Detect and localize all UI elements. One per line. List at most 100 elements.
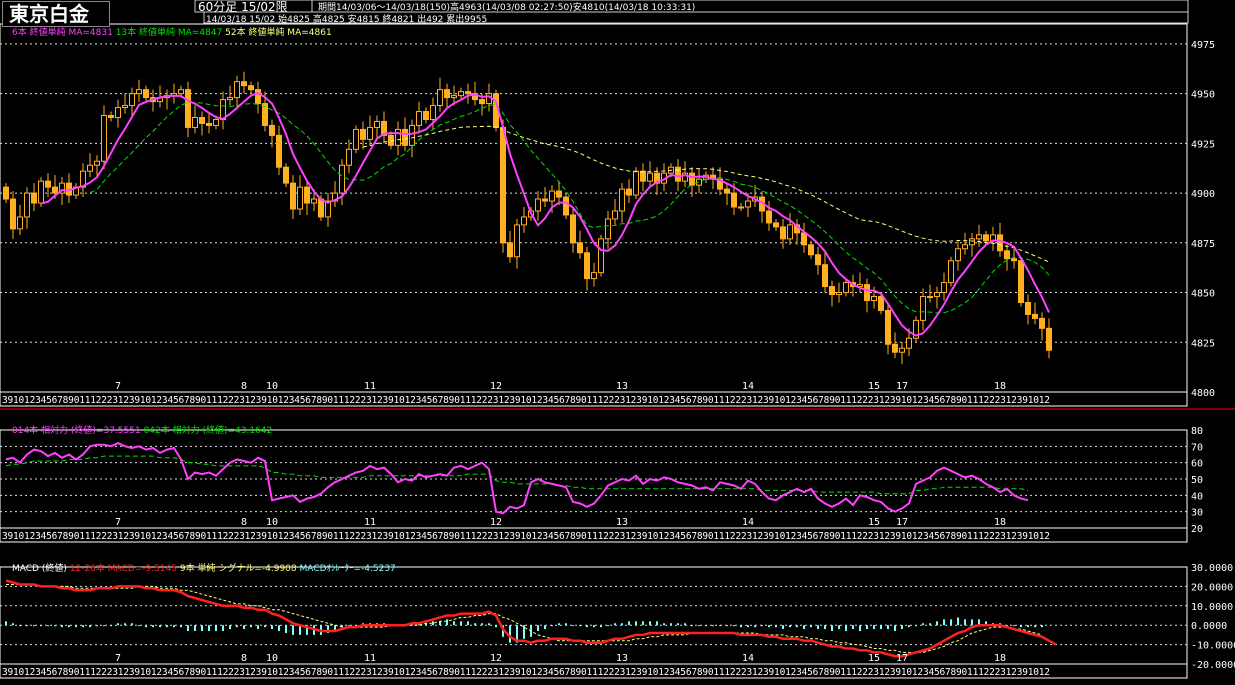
price-candle — [213, 118, 219, 126]
macd-histogram-bar — [838, 625, 840, 630]
macd-date-label: 11 — [364, 653, 376, 664]
price-candle — [542, 198, 548, 202]
price-candle — [549, 190, 555, 202]
price-candle — [598, 238, 604, 274]
macd-histogram-bar — [691, 625, 693, 627]
volume-value: 出492 — [417, 15, 444, 25]
macd-histogram-bar — [887, 625, 889, 630]
ma6-legend: 6本 終値単純 MA=4831 — [12, 28, 113, 38]
rsi-tick-label: 40 — [1191, 491, 1203, 502]
macd-histogram-bar — [243, 625, 245, 630]
macd-histogram-bar — [901, 625, 903, 630]
price-candle — [248, 85, 254, 91]
price-candle — [45, 180, 51, 188]
macd-histogram-bar — [117, 623, 119, 626]
price-candle — [178, 89, 184, 95]
macd-histogram-bar — [607, 625, 609, 627]
macd-histogram-bar — [579, 625, 581, 627]
price-candle — [241, 81, 247, 87]
macd-histogram-bar — [677, 623, 679, 626]
price-date-label: 17 — [896, 381, 908, 392]
price-candle — [3, 186, 9, 200]
rsi-date-label: 12 — [490, 517, 502, 528]
price-candle — [633, 170, 639, 196]
price-candle — [234, 81, 240, 99]
macd-tick-label: 10.0000 — [1191, 602, 1233, 613]
price-candle — [1039, 317, 1045, 329]
macd-histogram-bar — [873, 625, 875, 630]
macd-histogram-bar — [754, 625, 756, 628]
range-label: 期間14/03/06〜14/03/18(150) — [318, 3, 451, 13]
price-candle — [500, 126, 506, 244]
macd-panel-frame — [0, 566, 1188, 665]
price-candle — [192, 116, 198, 128]
price-candle — [878, 296, 884, 311]
macd-histogram-bar — [138, 625, 140, 627]
price-candle — [626, 188, 632, 196]
price-candle — [304, 186, 310, 204]
price-candle — [689, 172, 695, 186]
macd-histogram-bar — [12, 623, 14, 626]
macd-histogram-bar — [257, 625, 259, 630]
macd-histogram-bar — [173, 625, 175, 628]
price-candle — [612, 210, 618, 220]
price-candle — [199, 116, 205, 124]
macd-histogram-bar — [614, 623, 616, 626]
macd-histogram-bar — [943, 619, 945, 626]
macd-histogram-bar — [544, 625, 546, 630]
macd-histogram-bar — [89, 625, 91, 628]
macd-histogram-bar — [19, 625, 21, 627]
price-candle — [864, 284, 870, 301]
macd-date-label: 7 — [115, 653, 121, 664]
price-candle — [535, 198, 541, 212]
rsi-date-label: 11 — [364, 517, 376, 528]
price-candle — [815, 254, 821, 266]
macd-line-legend: 12-26本 MACD=-9.5145 — [69, 564, 178, 574]
macd-histogram-bar — [796, 625, 798, 628]
price-candle — [766, 210, 772, 224]
macd-histogram-bar — [488, 623, 490, 626]
macd-histogram-bar — [964, 619, 966, 626]
ma13-legend: 13本 終値単純 MA=4847 — [115, 28, 223, 38]
price-candle — [605, 218, 611, 240]
price-candle — [395, 128, 401, 146]
price-candle — [367, 126, 373, 140]
price-candle — [430, 105, 436, 120]
macd-histogram-bar — [628, 621, 630, 626]
price-date-label: 15 — [868, 381, 880, 392]
price-candle — [962, 244, 968, 250]
price-candle — [311, 198, 317, 204]
ma13-line — [89, 101, 1050, 314]
price-candle — [1025, 301, 1031, 315]
price-candle — [451, 95, 457, 99]
rsi-tick-label: 30 — [1191, 508, 1203, 519]
macd-tick-label: 20.0000 — [1191, 582, 1233, 593]
price-candle — [402, 128, 408, 146]
macd-histogram-bar — [803, 625, 805, 630]
macd-histogram-bar — [789, 625, 791, 628]
macd-histogram-bar — [712, 625, 714, 627]
macd-histogram-bar — [915, 625, 917, 627]
macd-histogram-bar — [866, 625, 868, 630]
macd-histogram-bar — [208, 625, 210, 632]
price-candle — [955, 248, 961, 262]
range-info: 期間14/03/06〜14/03/18(150)高4963(14/03/08 0… — [318, 2, 695, 14]
macd-date-label: 15 — [868, 653, 880, 664]
price-candle — [675, 166, 681, 182]
macd-histogram-bar — [684, 623, 686, 626]
rsi42-legend: 042本 相対力 (終値)=43.1642 — [143, 426, 273, 436]
price-candle — [976, 234, 982, 240]
macd-histogram-bar — [5, 621, 7, 626]
macd-histogram-bar — [922, 623, 924, 626]
price-candle — [780, 226, 786, 240]
macd-histogram-bar — [264, 625, 266, 628]
price-candle — [941, 282, 947, 294]
macd-histogram-bar — [145, 625, 147, 628]
rsi-date-label: 18 — [994, 517, 1006, 528]
macd-histogram-bar — [733, 625, 735, 627]
rsi-date-label: 7 — [115, 517, 121, 528]
macd-histogram-bar — [537, 625, 539, 632]
rsi-date-label: 17 — [896, 517, 908, 528]
rsi-hour-ticks: 3910123456789011122231239101234567890111… — [2, 531, 1050, 542]
price-candle — [885, 309, 891, 345]
